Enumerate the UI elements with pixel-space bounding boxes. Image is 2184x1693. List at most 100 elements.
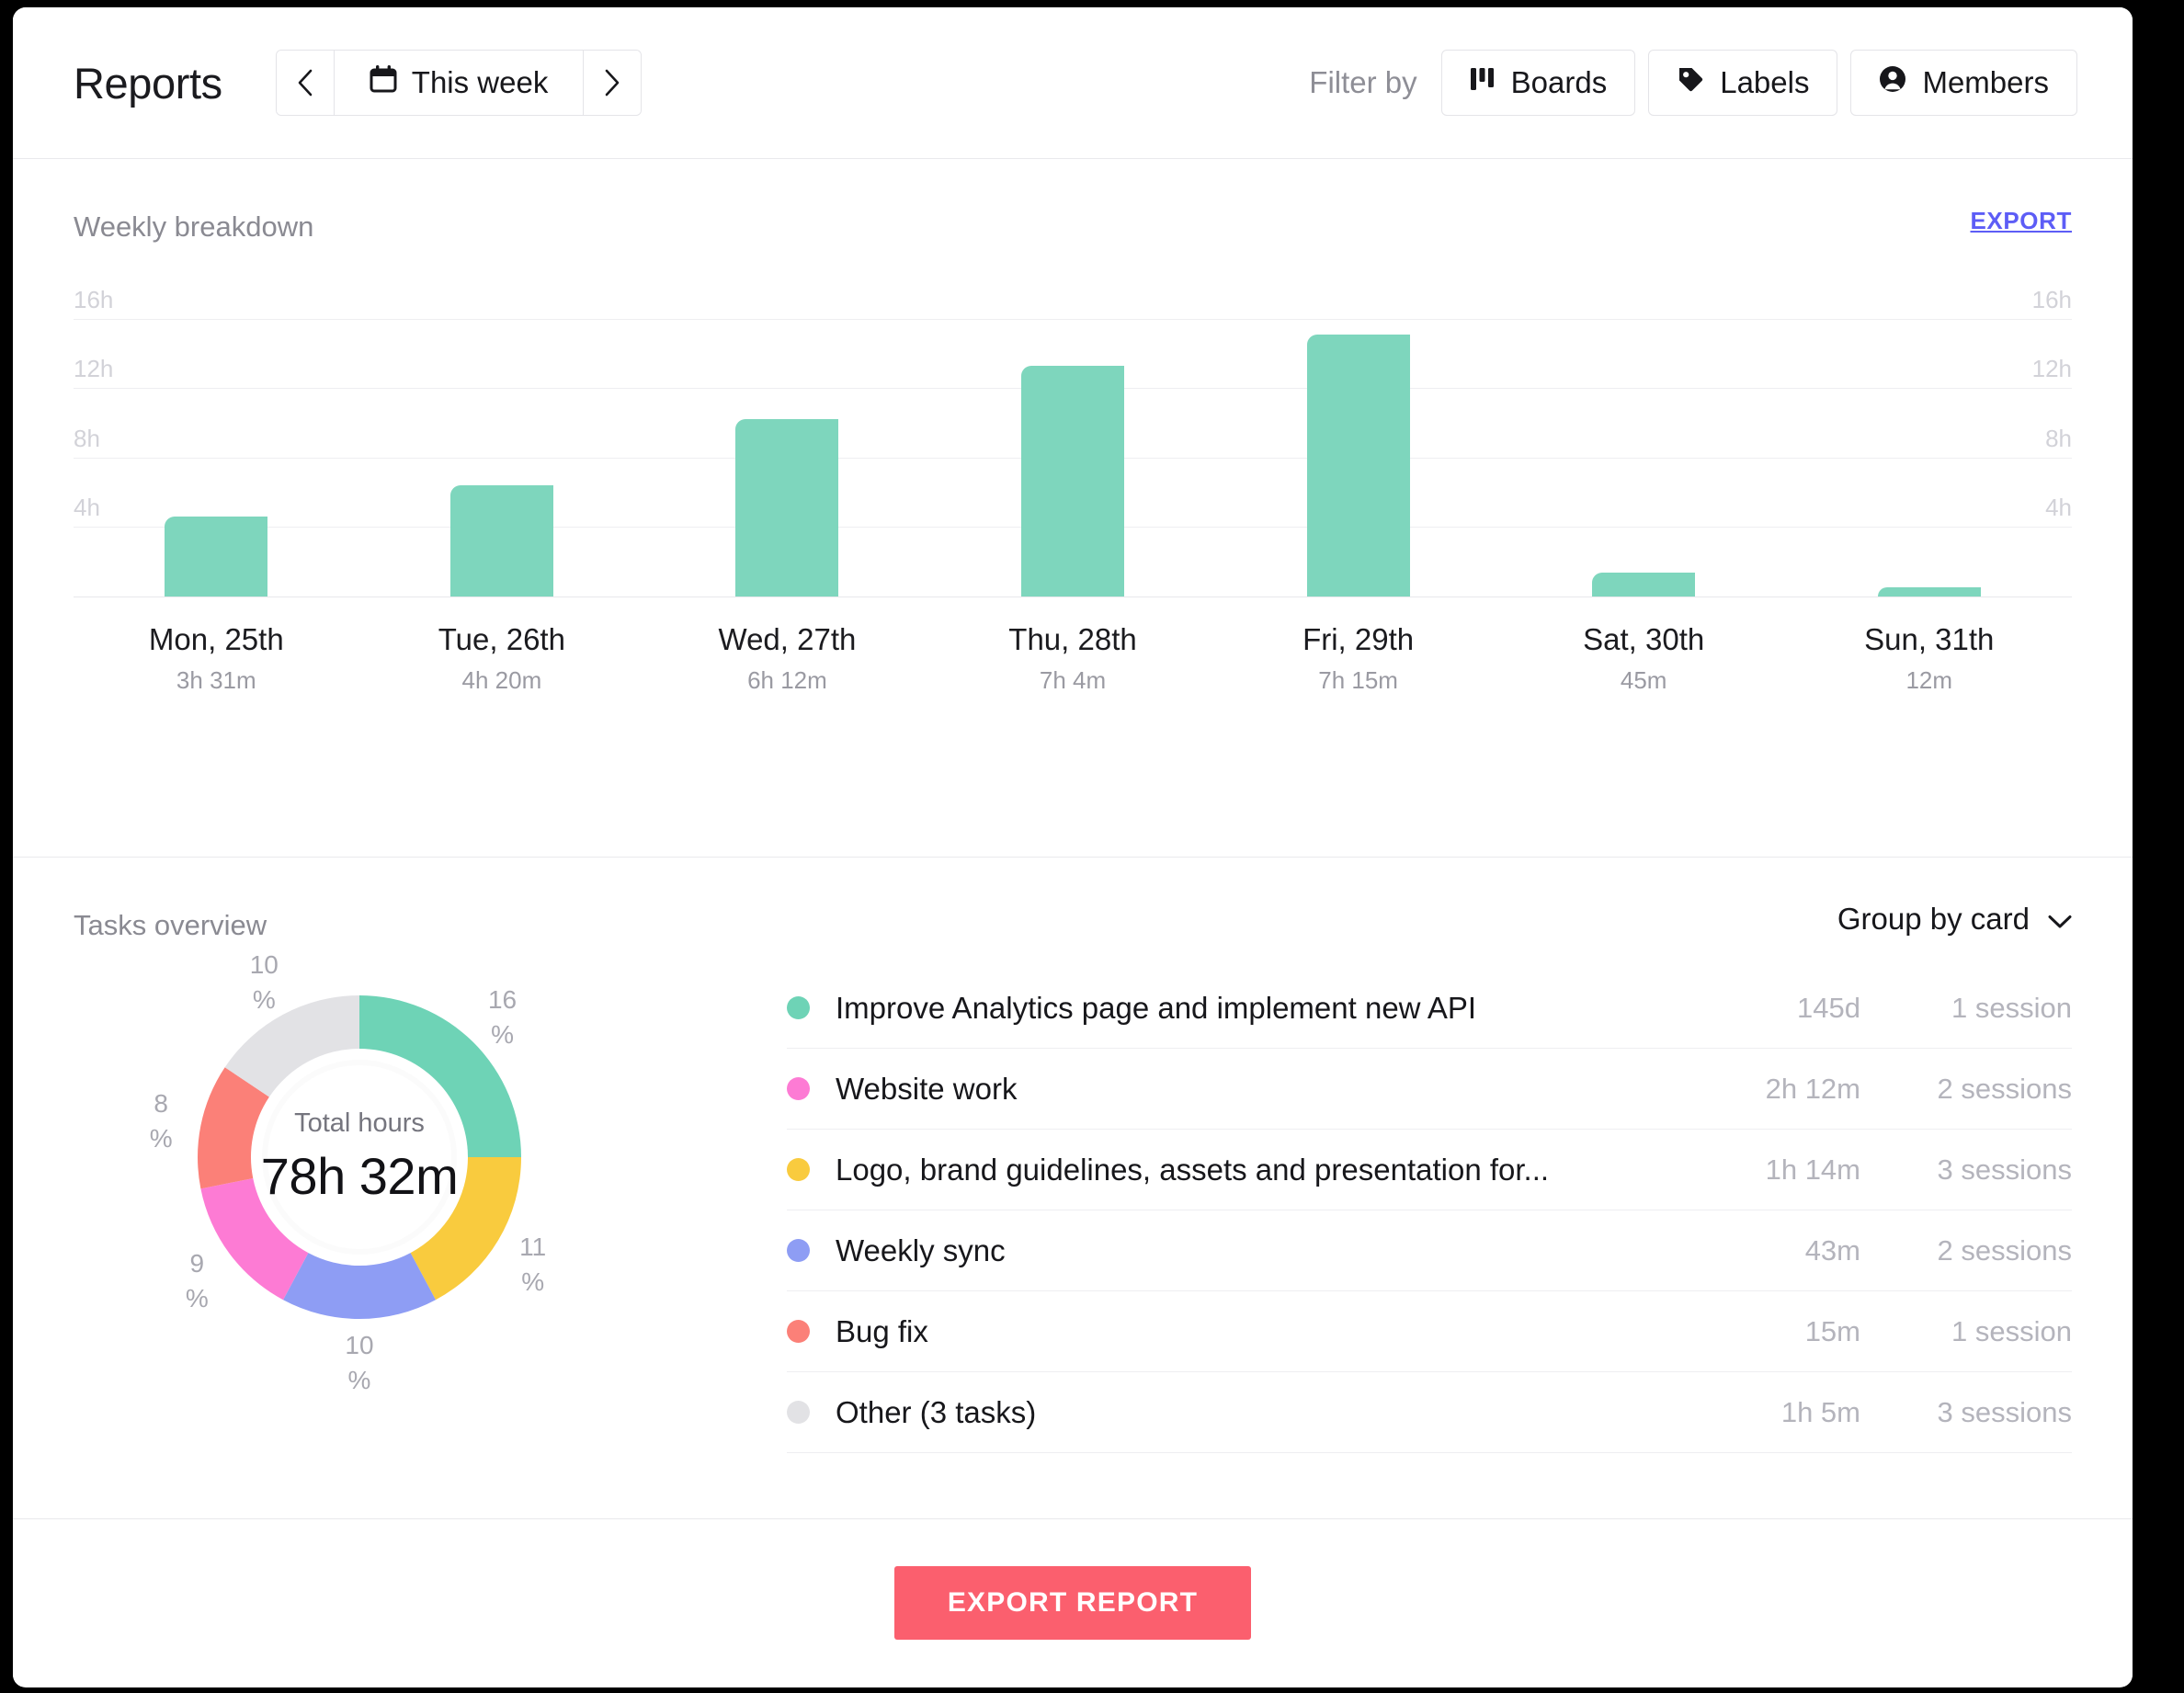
- chart-bar[interactable]: [735, 419, 839, 597]
- donut-percent-label: 9%: [185, 1249, 209, 1312]
- x-axis-day-label: Tue, 26th: [438, 622, 565, 656]
- chart-bar[interactable]: [165, 517, 268, 597]
- x-axis-duration-label: 4h 20m: [461, 666, 542, 695]
- donut-segment[interactable]: [283, 1253, 436, 1319]
- task-name: Website work: [836, 1071, 1018, 1106]
- task-name: Bug fix: [836, 1313, 928, 1348]
- chevron-left-icon: [296, 68, 314, 97]
- person-icon: [1879, 65, 1906, 100]
- filter-boards-label: Boards: [1510, 65, 1608, 99]
- filter-group: Filter by Boards Labels Members: [1309, 50, 2077, 116]
- task-sessions: 3 sessions: [1937, 1153, 2072, 1186]
- prev-week-button[interactable]: [276, 51, 334, 115]
- period-selector[interactable]: This week: [335, 51, 584, 115]
- x-axis-cell: Sun, 31th 12m: [1786, 620, 2072, 695]
- chart-bar[interactable]: [1592, 572, 1696, 597]
- x-axis-day-label: Sat, 30th: [1583, 622, 1705, 656]
- task-sessions: 2 sessions: [1937, 1072, 2072, 1105]
- x-axis-cell: Tue, 26th 4h 20m: [359, 620, 645, 695]
- task-row[interactable]: Weekly sync 43m 2 sessions: [787, 1210, 2072, 1291]
- app-header: Reports This week Filter by Boards Label…: [13, 7, 2133, 159]
- chart-bar[interactable]: [1021, 365, 1125, 597]
- task-duration: 2h 12m: [1765, 1072, 1860, 1105]
- chart-bar[interactable]: [1306, 334, 1410, 597]
- x-axis-day-label: Thu, 28th: [1008, 622, 1137, 656]
- task-name: Logo, brand guidelines, assets and prese…: [836, 1152, 1550, 1187]
- calendar-icon: [370, 64, 397, 101]
- filter-by-label: Filter by: [1309, 65, 1417, 99]
- task-color-dot: [787, 996, 810, 1019]
- filter-boards-button[interactable]: Boards: [1440, 50, 1636, 116]
- x-axis-duration-label: 12m: [1905, 666, 1953, 695]
- tasks-overview-title: Tasks overview: [74, 909, 267, 941]
- task-sessions: 3 sessions: [1937, 1395, 2072, 1428]
- filter-labels-label: Labels: [1720, 65, 1810, 99]
- task-name: Improve Analytics page and implement new…: [836, 990, 1477, 1025]
- chart-x-axis: Mon, 25th 3h 31m Tue, 26th 4h 20m Wed, 27th 6…: [74, 620, 2072, 695]
- week-navigator: This week: [275, 50, 643, 116]
- tasks-body: Total hours 78h 32m 16% 11% 10% 9% 8% 10% Imp…: [74, 950, 2072, 1453]
- tasks-overview-section: Tasks overview Group by card Total hours…: [13, 858, 2133, 1519]
- reports-window: Reports This week Filter by Boards Label…: [13, 7, 2133, 1687]
- task-duration: 1h 14m: [1765, 1153, 1860, 1186]
- donut-percent-label: 16%: [487, 985, 518, 1050]
- x-axis-cell: Sat, 30th 45m: [1501, 620, 1787, 695]
- chart-bar[interactable]: [449, 485, 553, 597]
- bar-slot: [359, 284, 645, 597]
- bar-slot: [74, 284, 359, 597]
- x-axis-duration-label: 45m: [1620, 666, 1667, 695]
- filter-members-button[interactable]: Members: [1850, 50, 2077, 116]
- export-report-button[interactable]: EXPORT REPORT: [893, 1566, 1252, 1640]
- export-link[interactable]: EXPORT: [1970, 207, 2072, 235]
- chart-bar[interactable]: [1877, 586, 1981, 597]
- task-row[interactable]: Other (3 tasks) 1h 5m 3 sessions: [787, 1372, 2072, 1453]
- weekly-breakdown-title: Weekly breakdown: [74, 210, 314, 243]
- bar-slot: [930, 284, 1216, 597]
- task-duration: 1h 5m: [1780, 1395, 1860, 1428]
- page-title: Reports: [74, 58, 222, 108]
- task-list: Improve Analytics page and implement new…: [787, 968, 2072, 1453]
- task-color-dot: [787, 1401, 810, 1424]
- x-axis-day-label: Sun, 31th: [1864, 622, 1995, 656]
- chart-bars: [74, 284, 2072, 597]
- group-by-label: Group by card: [1837, 902, 2030, 936]
- tag-icon: [1677, 65, 1704, 100]
- x-axis-day-label: Fri, 29th: [1302, 622, 1415, 656]
- bar-slot: [1786, 284, 2072, 597]
- boards-icon: [1470, 65, 1496, 100]
- task-row[interactable]: Website work 2h 12m 2 sessions: [787, 1049, 2072, 1130]
- task-color-dot: [787, 1077, 810, 1100]
- x-axis-duration-label: 7h 15m: [1318, 666, 1398, 695]
- task-color-dot: [787, 1158, 810, 1181]
- task-name: Weekly sync: [836, 1233, 1006, 1267]
- x-axis-cell: Wed, 27th 6h 12m: [644, 620, 930, 695]
- x-axis-duration-label: 3h 31m: [176, 666, 256, 695]
- period-label: This week: [411, 65, 549, 99]
- task-duration: 145d: [1797, 991, 1860, 1024]
- bar-slot: [1501, 284, 1787, 597]
- chevron-down-icon: [2048, 902, 2072, 937]
- task-row[interactable]: Bug fix 15m 1 session: [787, 1291, 2072, 1372]
- task-row[interactable]: Logo, brand guidelines, assets and prese…: [787, 1130, 2072, 1210]
- chevron-right-icon: [603, 68, 621, 97]
- x-axis-duration-label: 6h 12m: [747, 666, 827, 695]
- task-row[interactable]: Improve Analytics page and implement new…: [787, 968, 2072, 1049]
- donut-percent-label: 10%: [345, 1331, 374, 1394]
- bar-slot: [644, 284, 930, 597]
- footer: EXPORT REPORT: [13, 1519, 2133, 1687]
- group-by-dropdown[interactable]: Group by card: [1837, 902, 2072, 937]
- x-axis-duration-label: 7h 4m: [1039, 666, 1107, 695]
- next-week-button[interactable]: [584, 51, 642, 115]
- task-sessions: 1 session: [1951, 991, 2072, 1024]
- task-sessions: 1 session: [1951, 1314, 2072, 1347]
- bar-slot: [1215, 284, 1501, 597]
- task-name: Other (3 tasks): [836, 1394, 1037, 1429]
- x-axis-day-label: Wed, 27th: [718, 622, 857, 656]
- task-color-dot: [787, 1320, 810, 1343]
- weekly-bar-chart: 4h 4h 8h 8h 12h 12h 16h 16h: [74, 284, 2072, 597]
- donut-percent-label: 11%: [519, 1233, 547, 1296]
- filter-members-label: Members: [1922, 65, 2049, 99]
- x-axis-cell: Fri, 29th 7h 15m: [1215, 620, 1501, 695]
- donut-hole-inner: [267, 1065, 451, 1249]
- filter-labels-button[interactable]: Labels: [1648, 50, 1838, 116]
